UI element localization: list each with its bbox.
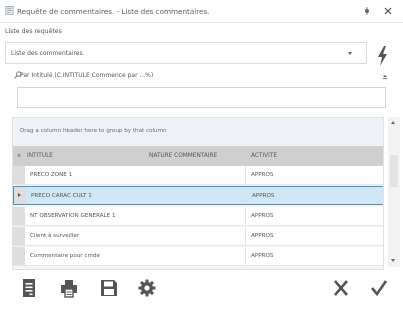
collapse-search-button[interactable]	[381, 72, 389, 80]
cell-intitule: NT OBSERVATION GENERALE 1	[30, 213, 116, 219]
pin-icon[interactable]	[362, 6, 372, 16]
print-button[interactable]	[56, 274, 82, 302]
table-row-selected[interactable]: PRECO CARAC CULT 1 APPROS	[13, 186, 383, 205]
check-icon	[371, 280, 388, 297]
row-indicator	[13, 227, 25, 245]
execute-button[interactable]	[370, 43, 394, 69]
cell-intitule: PRECO ZONE 1	[30, 172, 73, 178]
cell-activite: APPROS	[251, 213, 274, 219]
sheet-icon	[23, 279, 35, 297]
sheet-button[interactable]	[16, 274, 42, 302]
cancel-button[interactable]	[328, 274, 354, 302]
scroll-down-icon[interactable]	[391, 259, 395, 262]
chevron-down-icon	[348, 52, 352, 55]
current-row-arrow-icon	[18, 193, 21, 197]
chevron-up-icon	[383, 75, 387, 79]
printer-icon	[61, 280, 77, 298]
comments-grid: Drag a column header here to group by th…	[12, 117, 384, 270]
table-row[interactable]: Commentaire pour cmde APPROS	[13, 247, 383, 266]
column-divider	[245, 227, 246, 245]
window-title: Requête de commentaires. - Liste des com…	[17, 7, 210, 16]
cell-activite: APPROS	[251, 172, 274, 178]
search-label: Par Intitulé (C.INTITULE Commence par ..…	[20, 72, 154, 79]
header-indicator: ≡	[17, 153, 22, 159]
cell-activite: APPROS	[252, 193, 275, 199]
query-list-select[interactable]: Liste des commentaires.	[5, 42, 367, 64]
column-header-nature[interactable]: NATURE COMMENTAIRE	[149, 153, 217, 159]
row-indicator	[13, 207, 25, 225]
grid-vertical-scrollbar[interactable]	[388, 117, 400, 267]
cell-intitule: Commentaire pour cmde	[30, 253, 100, 259]
row-indicator	[13, 247, 25, 265]
cancel-icon	[334, 280, 348, 296]
close-icon[interactable]	[383, 6, 393, 16]
query-list-label: Liste des requêtes	[5, 28, 62, 35]
row-indicator	[13, 166, 25, 184]
group-by-hint: Drag a column header here to group by th…	[20, 128, 167, 134]
row-indicator	[14, 187, 26, 204]
gear-icon	[138, 279, 156, 297]
column-header-intitule[interactable]: INTITULE	[27, 153, 53, 159]
lightning-icon	[378, 46, 387, 66]
cell-activite: APPROS	[251, 253, 274, 259]
table-row[interactable]: PRECO ZONE 1 APPROS	[13, 166, 383, 185]
cell-intitule: PRECO CARAC CULT 1	[31, 193, 92, 199]
grid-header: ≡ INTITULE NATURE COMMENTAIRE ACTIVITE	[13, 146, 383, 166]
cell-intitule: Client à surveiller	[30, 233, 80, 239]
validate-button[interactable]	[366, 274, 392, 302]
save-icon	[101, 280, 117, 296]
document-icon	[5, 6, 14, 15]
title-bar: Requête de commentaires. - Liste des com…	[0, 0, 403, 23]
column-header-activite[interactable]: ACTIVITE	[251, 153, 277, 159]
save-button[interactable]	[96, 274, 122, 302]
column-divider	[245, 247, 246, 265]
scrollbar-thumb[interactable]	[390, 155, 398, 187]
search-input[interactable]	[17, 87, 386, 108]
group-by-panel[interactable]: Drag a column header here to group by th…	[13, 118, 383, 145]
table-row[interactable]: Client à surveiller APPROS	[13, 227, 383, 246]
cell-activite: APPROS	[251, 233, 274, 239]
settings-button[interactable]	[134, 274, 160, 302]
scroll-up-icon[interactable]	[391, 121, 395, 124]
column-divider	[245, 166, 246, 184]
column-divider	[245, 207, 246, 225]
table-row[interactable]: NT OBSERVATION GENERALE 1 APPROS	[13, 207, 383, 226]
query-list-selected: Liste des commentaires.	[11, 50, 85, 57]
